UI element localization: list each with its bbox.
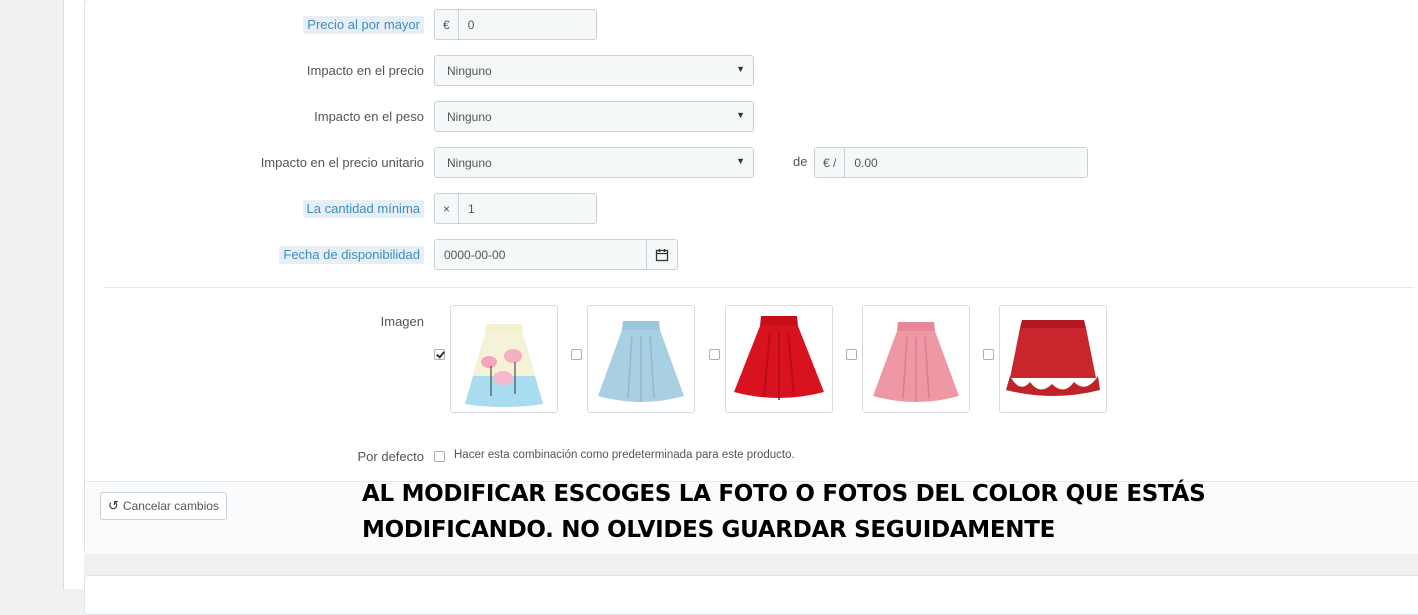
skirt-thumbnail-pink[interactable] — [862, 305, 970, 413]
unit-price-input[interactable]: 0.00 — [845, 148, 1087, 177]
image-checkbox-3[interactable] — [709, 349, 720, 360]
price-impact-select[interactable]: Ninguno ▼ — [434, 55, 754, 86]
instruction-overlay: AL MODIFICAR ESCOGES LA FOTO O FOTOS DEL… — [362, 476, 1262, 548]
image-label: Imagen — [380, 314, 424, 329]
unit-price-impact-value: Ninguno — [447, 155, 492, 170]
calendar-icon[interactable] — [646, 240, 677, 269]
default-combination-checkbox[interactable] — [434, 451, 445, 462]
min-quantity-input[interactable]: 1 — [459, 194, 596, 223]
weight-impact-select[interactable]: Ninguno ▼ — [434, 101, 754, 132]
instruction-line-2: MODIFICANDO. NO OLVIDES GUARDAR SEGUIDAM… — [362, 517, 1056, 543]
min-quantity-label: La cantidad mínima — [302, 200, 424, 218]
unit-price-impact-label: Impacto en el precio unitario — [260, 155, 424, 170]
image-checkbox-1[interactable] — [434, 349, 445, 360]
availability-date-input[interactable]: 0000-00-00 — [435, 240, 646, 269]
skirt-thumbnail-flamingo[interactable] — [450, 305, 558, 413]
currency-per-unit-addon: € / — [815, 148, 846, 177]
caret-down-icon: ▼ — [736, 156, 745, 166]
instruction-line-1: AL MODIFICAR ESCOGES LA FOTO O FOTOS DEL… — [362, 481, 1206, 507]
weight-impact-label: Impacto en el peso — [314, 109, 424, 124]
default-combination-text: Hacer esta combinación como predetermina… — [454, 449, 795, 461]
wholesale-price-field[interactable]: € 0 — [434, 9, 597, 40]
unit-price-of-label: de — [793, 154, 808, 169]
skirt-thumbnail-ruffle-red[interactable] — [999, 305, 1107, 413]
skirt-thumbnail-blue[interactable] — [587, 305, 695, 413]
left-sidebar — [0, 0, 64, 589]
content-gutter — [64, 0, 84, 589]
skirt-thumbnail-red[interactable] — [725, 305, 833, 413]
price-impact-value: Ninguno — [447, 63, 492, 78]
section-divider — [104, 287, 1414, 288]
cancel-changes-label: Cancelar cambios — [122, 499, 219, 513]
undo-icon: ↺ — [108, 498, 119, 513]
min-quantity-field[interactable]: × 1 — [434, 193, 597, 224]
availability-date-label: Fecha de disponibilidad — [279, 246, 424, 264]
next-panel — [84, 575, 1418, 615]
image-checkbox-4[interactable] — [846, 349, 857, 360]
default-label: Por defecto — [357, 449, 425, 464]
times-addon: × — [435, 194, 460, 223]
unit-price-impact-select[interactable]: Ninguno ▼ — [434, 147, 754, 178]
caret-down-icon: ▼ — [736, 64, 745, 74]
availability-date-field[interactable]: 0000-00-00 — [434, 239, 678, 270]
caret-down-icon: ▼ — [736, 110, 745, 120]
weight-impact-value: Ninguno — [447, 109, 492, 124]
unit-price-field[interactable]: € / 0.00 — [814, 147, 1088, 178]
wholesale-price-label: Precio al por mayor — [303, 16, 424, 34]
price-impact-label: Impacto en el precio — [306, 63, 424, 78]
wholesale-price-input[interactable]: 0 — [458, 10, 596, 39]
image-checkbox-5[interactable] — [983, 349, 994, 360]
currency-addon: € — [435, 10, 459, 39]
cancel-changes-button[interactable]: ↺ Cancelar cambios — [100, 492, 227, 520]
image-checkbox-2[interactable] — [571, 349, 582, 360]
